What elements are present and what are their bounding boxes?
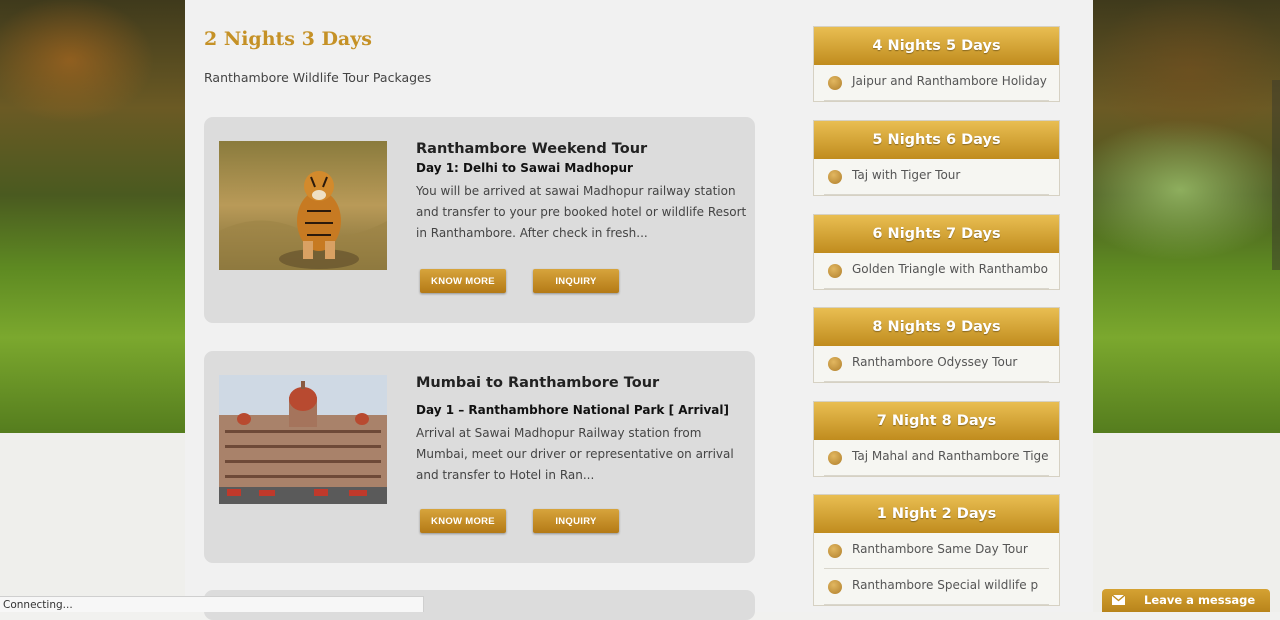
inquiry-button[interactable]: INQUIRY [533,269,619,293]
sidebar-item-label: Ranthambore Same Day Tour [852,542,1028,556]
sidebar-package-box: 5 Nights 6 Days Taj with Tiger Tour [813,120,1060,196]
sidebar-package-box: 7 Night 8 Days Taj Mahal and Ranthambore… [813,401,1060,477]
sidebar-item[interactable]: Taj Mahal and Ranthambore Tige [824,440,1049,476]
sidebar-heading: 7 Night 8 Days [814,402,1059,440]
sidebar-package-box: 1 Night 2 Days Ranthambore Same Day Tour… [813,494,1060,606]
sidebar-heading: 4 Nights 5 Days [814,27,1059,65]
leave-message-button[interactable]: Leave a message [1102,589,1270,612]
browser-status-bar: Connecting... [0,596,424,612]
tour-day-heading: Day 1: Delhi to Sawai Madhopur [416,161,633,175]
sidebar-heading: 1 Night 2 Days [814,495,1059,533]
sidebar-item-label: Jaipur and Ranthambore Holiday [852,74,1047,88]
know-more-button[interactable]: KNOW MORE [420,269,506,293]
tour-name[interactable]: Mumbai to Ranthambore Tour [416,375,756,391]
sidebar-item-label: Ranthambore Special wildlife p [852,578,1039,592]
tour-day-heading: Day 1 – Ranthambhore National Park [ Arr… [416,403,729,417]
sidebar-item[interactable]: Taj with Tiger Tour [824,159,1049,195]
sidebar-heading: 8 Nights 9 Days [814,308,1059,346]
leave-message-label: Leave a message [1144,593,1256,607]
bullet-icon [828,451,842,465]
page-title: 2 Nights 3 Days [204,28,372,50]
bullet-icon [828,264,842,278]
tour-card: Ranthambore Weekend Tour Day 1: Delhi to… [204,117,755,323]
page-subtitle: Ranthambore Wildlife Tour Packages [204,70,432,85]
sidebar-package-box: 4 Nights 5 Days Jaipur and Ranthambore H… [813,26,1060,102]
page-edge-shadow [1272,80,1280,270]
tour-name[interactable]: Ranthambore Weekend Tour [416,141,756,157]
bullet-icon [828,76,842,90]
know-more-button[interactable]: KNOW MORE [420,509,506,533]
sidebar-item[interactable]: Golden Triangle with Ranthambo [824,253,1049,289]
mail-icon [1112,595,1125,605]
sidebar-item[interactable]: Ranthambore Special wildlife p [824,569,1049,605]
sidebar-item-label: Golden Triangle with Ranthambo [852,262,1048,276]
sidebar-package-box: 8 Nights 9 Days Ranthambore Odyssey Tour [813,307,1060,383]
sidebar-heading: 6 Nights 7 Days [814,215,1059,253]
taj-mahal-palace-hotel-photo[interactable] [219,375,387,504]
tour-card: Mumbai to Ranthambore Tour Day 1 – Ranth… [204,351,755,563]
sidebar-item[interactable]: Jaipur and Ranthambore Holiday [824,65,1049,101]
sidebar-item-label: Taj with Tiger Tour [852,168,961,182]
sidebar-item-label: Taj Mahal and Ranthambore Tige [852,449,1049,463]
sidebar-package-box: 6 Nights 7 Days Golden Triangle with Ran… [813,214,1060,290]
sidebar-item[interactable]: Ranthambore Odyssey Tour [824,346,1049,382]
bullet-icon [828,357,842,371]
tour-info: Ranthambore Weekend Tour Day 1: Delhi to… [416,141,756,244]
tour-info: Mumbai to Ranthambore Tour Day 1 – Ranth… [416,375,756,486]
sidebar-item-label: Ranthambore Odyssey Tour [852,355,1018,369]
tour-description: You will be arrived at sawai Madhopur ra… [416,184,747,240]
inquiry-button[interactable]: INQUIRY [533,509,619,533]
bullet-icon [828,170,842,184]
sidebar-heading: 5 Nights 6 Days [814,121,1059,159]
sidebar-item[interactable]: Ranthambore Same Day Tour [824,533,1049,569]
tour-description: Arrival at Sawai Madhopur Railway statio… [416,426,734,482]
tiger-photo[interactable] [219,141,387,270]
bullet-icon [828,580,842,594]
bullet-icon [828,544,842,558]
